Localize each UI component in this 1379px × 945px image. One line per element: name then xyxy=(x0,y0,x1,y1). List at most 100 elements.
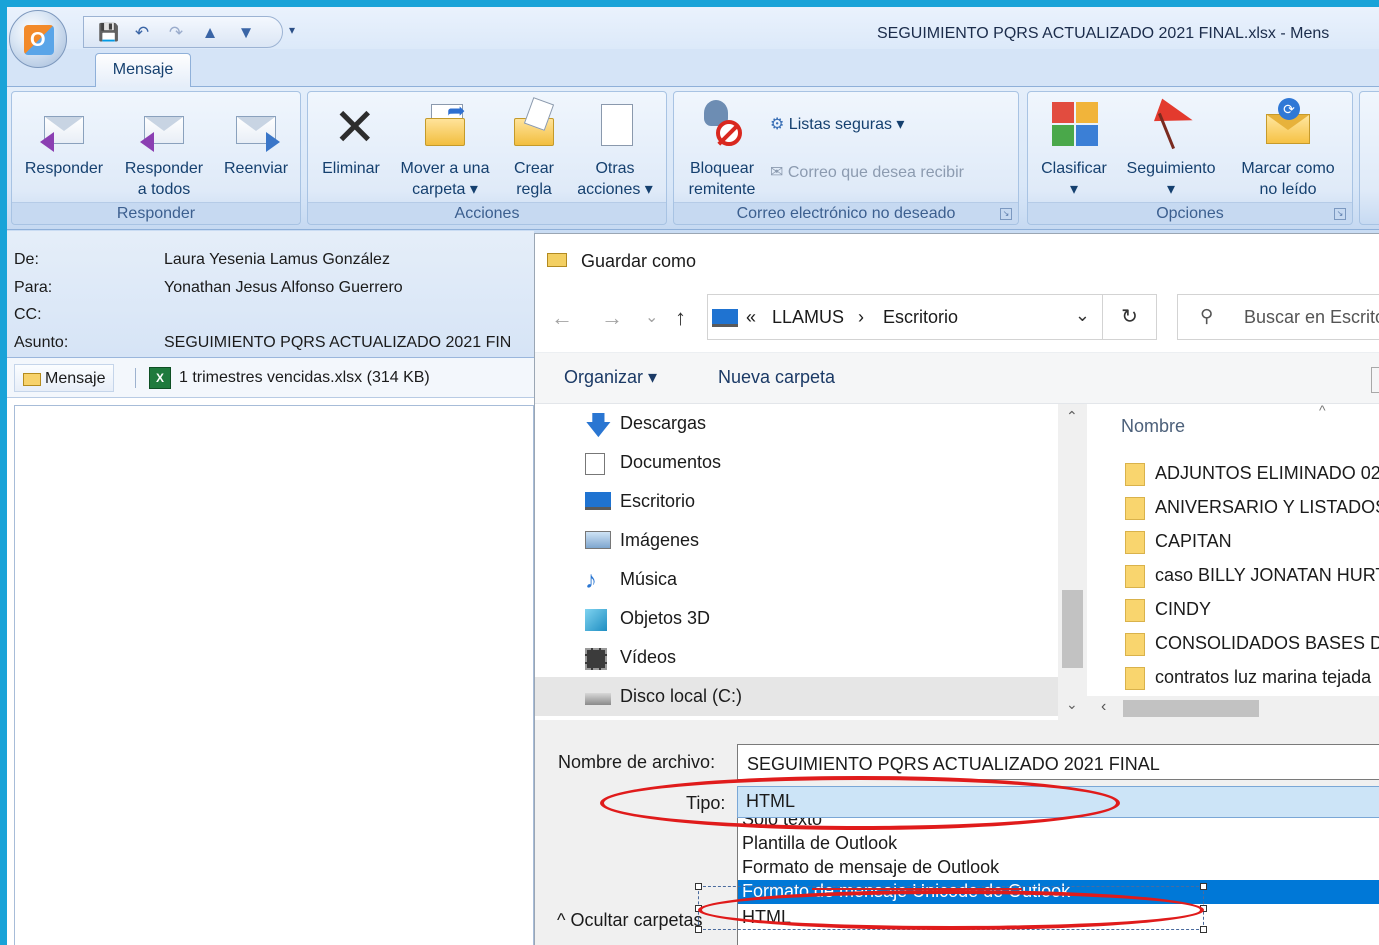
not-junk-button[interactable]: ✉ Correo que desea recibir xyxy=(770,162,964,184)
from-value[interactable]: Laura Yesenia Lamus González xyxy=(164,251,390,269)
breadcrumb-escritorio[interactable]: Escritorio xyxy=(883,307,958,328)
list-item[interactable]: CAPITAN xyxy=(1087,524,1379,558)
list-item[interactable]: ADJUNTOS ELIMINADO 02 xyxy=(1087,456,1379,490)
type-select[interactable]: HTML xyxy=(737,786,1379,818)
organize-button[interactable]: Organizar ▾ xyxy=(564,367,657,388)
reply-all-button[interactable]: Responder a todos xyxy=(116,98,212,200)
list-item[interactable]: ANIVERSARIO Y LISTADOS xyxy=(1087,490,1379,524)
reply-all-icon xyxy=(140,98,188,152)
not-junk-icon: ✉ xyxy=(770,164,784,181)
attachment-file[interactable]: X 1 trimestres vencidas.xlsx (314 KB) xyxy=(147,364,430,392)
subject-value: SEGUIMIENTO PQRS ACTUALIZADO 2021 FIN xyxy=(164,334,512,351)
hide-folders-button[interactable]: ^ Ocultar carpetas xyxy=(557,910,703,931)
nav-item-documentos[interactable]: Documentos xyxy=(535,443,1058,482)
window-title: SEGUIMIENTO PQRS ACTUALIZADO 2021 FINAL.… xyxy=(877,25,1330,42)
attachment-bar: Mensaje X 1 trimestres vencidas.xlsx (31… xyxy=(7,358,534,398)
save-icon[interactable]: 💾 xyxy=(98,23,119,43)
address-dropdown-icon[interactable]: ⌄ xyxy=(1075,305,1090,326)
folder-icon xyxy=(1125,463,1145,486)
move-to-folder-button[interactable]: ➦ Mover a una carpeta ▾ xyxy=(390,98,500,200)
to-label: Para: xyxy=(14,279,53,296)
categorize-icon xyxy=(1050,98,1098,152)
nav-item-escritorio[interactable]: Escritorio xyxy=(535,482,1058,521)
nav-item-objetos-3d[interactable]: Objetos 3D xyxy=(535,599,1058,638)
message-tab-button[interactable]: Mensaje xyxy=(14,364,115,392)
mark-unread-button[interactable]: ⟳ Marcar como no leído xyxy=(1232,98,1344,200)
reply-button[interactable]: Responder xyxy=(16,98,112,179)
customize-qat-button[interactable]: ▾ xyxy=(289,23,295,37)
address-overflow[interactable]: « xyxy=(746,307,756,328)
office-button[interactable] xyxy=(9,10,67,68)
group-label-junk-email: Correo electrónico no deseado xyxy=(674,202,1018,224)
create-rule-button[interactable]: Crear regla xyxy=(504,97,564,200)
selection-handle xyxy=(1200,926,1207,933)
type-option-plantilla[interactable]: Plantilla de Outlook xyxy=(738,832,1379,856)
back-button[interactable]: ← xyxy=(551,304,573,332)
forward-button[interactable]: Reenviar xyxy=(216,98,296,179)
group-label-acciones: Acciones xyxy=(308,202,666,224)
type-option-solo-texto[interactable]: Sólo texto xyxy=(738,818,1379,832)
scroll-up-icon[interactable]: ⌃ xyxy=(1066,408,1078,425)
selection-handle xyxy=(695,883,702,890)
search-input[interactable]: ⚲ Buscar en Escrito xyxy=(1177,294,1379,340)
view-options-icon[interactable] xyxy=(1371,367,1379,393)
message-body[interactable] xyxy=(14,405,534,945)
scroll-thumb[interactable] xyxy=(1123,700,1259,717)
nav-item-disco-local[interactable]: Disco local (C:) xyxy=(535,677,1058,716)
reply-icon xyxy=(40,98,88,152)
address-bar[interactable]: « LLAMUS › Escritorio ⌄ xyxy=(707,294,1103,340)
dialog-launcher-icon[interactable]: ↘ xyxy=(1000,208,1012,220)
list-item[interactable]: CINDY xyxy=(1087,592,1379,626)
follow-up-button[interactable]: Seguimiento ▾ xyxy=(1118,98,1224,200)
safe-lists-icon: ⚙ xyxy=(770,116,785,133)
column-header-nombre[interactable]: Nombre xyxy=(1121,416,1185,437)
filename-input[interactable] xyxy=(737,744,1379,780)
horizontal-scrollbar[interactable]: ‹ xyxy=(1087,696,1379,720)
scroll-down-icon[interactable]: ⌄ xyxy=(1066,696,1078,713)
nav-item-videos[interactable]: Vídeos xyxy=(535,638,1058,677)
nav-item-imagenes[interactable]: Imágenes xyxy=(535,521,1058,560)
refresh-button[interactable]: ↻ xyxy=(1103,294,1157,340)
move-folder-icon: ➦ xyxy=(421,98,469,152)
breadcrumb-llamus[interactable]: LLAMUS xyxy=(772,307,844,328)
message-pane: De: Laura Yesenia Lamus González Para: Y… xyxy=(7,231,534,945)
delete-x-icon: ✕ xyxy=(333,99,377,157)
forward-button[interactable]: → xyxy=(601,304,623,332)
scroll-thumb[interactable] xyxy=(1062,590,1083,668)
computer-icon xyxy=(712,309,738,327)
folder-icon xyxy=(1125,633,1145,656)
scroll-left-icon[interactable]: ‹ xyxy=(1101,698,1106,716)
list-item[interactable]: contratos luz marina tejada xyxy=(1087,660,1379,694)
ribbon-group-opciones: Clasificar ▾ Seguimiento ▾ ⟳ Marcar como… xyxy=(1027,91,1353,225)
categorize-button[interactable]: Clasificar ▾ xyxy=(1034,98,1114,200)
safe-lists-button[interactable]: ⚙ Listas seguras ▾ xyxy=(770,114,904,136)
up-folder-button[interactable]: ↑ xyxy=(675,304,686,332)
selection-handle xyxy=(695,905,702,912)
delete-button[interactable]: ✕ Eliminar xyxy=(314,98,388,179)
redo-icon[interactable]: ↷ xyxy=(166,23,186,43)
breadcrumb-separator: › xyxy=(858,307,864,327)
type-option-formato-mensaje[interactable]: Formato de mensaje de Outlook xyxy=(738,856,1379,880)
music-icon: ♪ xyxy=(585,567,597,594)
nav-item-musica[interactable]: ♪ Música xyxy=(535,560,1058,599)
nav-scrollbar[interactable]: ⌃ ⌄ xyxy=(1058,404,1087,720)
list-item[interactable]: CONSOLIDADOS BASES DE xyxy=(1087,626,1379,660)
to-value[interactable]: Yonathan Jesus Alfonso Guerrero xyxy=(164,279,403,297)
tab-mensaje[interactable]: Mensaje xyxy=(95,53,191,88)
search-placeholder: Buscar en Escrito xyxy=(1244,307,1379,327)
nav-item-descargas[interactable]: 🡇 Descargas xyxy=(535,404,1058,443)
recent-locations-button[interactable]: ⌄ xyxy=(645,304,658,332)
command-bar: Organizar ▾ Nueva carpeta xyxy=(535,352,1379,404)
other-actions-button[interactable]: Otras acciones ▾ xyxy=(570,98,660,200)
sort-ascending-icon: ^ xyxy=(1319,402,1326,418)
search-icon: ⚲ xyxy=(1200,306,1214,326)
selection-box xyxy=(698,886,1204,930)
mark-unread-icon: ⟳ xyxy=(1264,98,1312,152)
undo-icon[interactable]: ↶ xyxy=(132,23,152,43)
block-sender-button[interactable]: Bloquear remitente xyxy=(680,98,764,200)
dialog-launcher-icon[interactable]: ↘ xyxy=(1334,208,1346,220)
new-folder-button[interactable]: Nueva carpeta xyxy=(718,367,835,388)
up-arrow-icon[interactable]: ▲ xyxy=(200,23,220,43)
list-item[interactable]: caso BILLY JONATAN HURT xyxy=(1087,558,1379,592)
down-arrow-icon[interactable]: ▼ xyxy=(236,23,256,43)
